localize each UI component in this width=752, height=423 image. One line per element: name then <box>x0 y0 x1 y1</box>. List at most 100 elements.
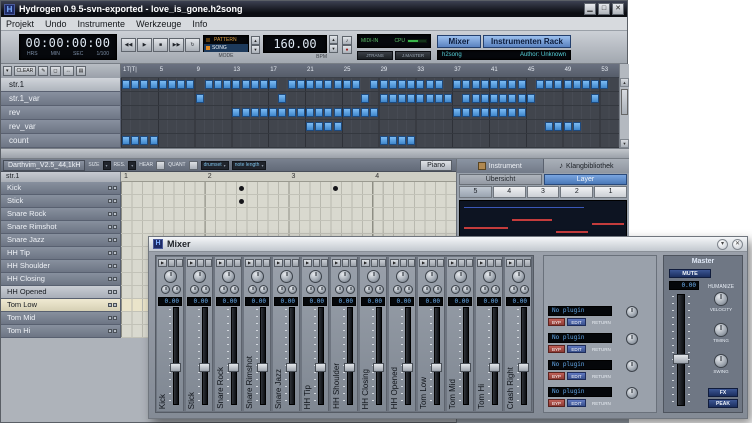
instrument-solo-led[interactable] <box>113 316 117 320</box>
pattern-block[interactable] <box>361 94 369 103</box>
pattern-block[interactable] <box>564 122 572 131</box>
pattern-block[interactable] <box>453 80 461 89</box>
pattern-block[interactable] <box>205 80 213 89</box>
pattern-block[interactable] <box>573 80 581 89</box>
drumkit-name[interactable]: Darthvim_V2.5_44,1kH <box>3 160 85 171</box>
instrument-solo-led[interactable] <box>113 303 117 307</box>
play-sample-button[interactable]: ▶ <box>390 259 399 267</box>
bpm-display[interactable]: 160.00 <box>263 35 327 53</box>
pattern-name-rev[interactable]: rev <box>1 106 121 120</box>
instrument-solo-led[interactable] <box>113 329 117 333</box>
fx1-send-knob[interactable] <box>393 285 402 294</box>
play-sample-button[interactable]: ▶ <box>303 259 312 267</box>
play-sample-button[interactable]: ▶ <box>216 259 225 267</box>
song-sequence-grid[interactable] <box>121 78 619 148</box>
volume-fader[interactable] <box>198 307 211 405</box>
instrument-row-snare-rock[interactable]: Snare Rock <box>1 208 121 221</box>
song-timeline[interactable]: 1T|T|591317212529333741454953 <box>121 64 619 78</box>
pan-knob[interactable] <box>193 270 206 283</box>
pattern-block[interactable] <box>499 94 507 103</box>
instrument-row-snare-rimshot[interactable]: Snare Rimshot <box>1 221 121 234</box>
pattern-block[interactable] <box>398 80 406 89</box>
show-peaks-button[interactable]: PEAK <box>708 399 738 408</box>
scroll-down-icon[interactable]: ▼ <box>620 139 629 148</box>
fx2-send-knob[interactable] <box>491 285 500 294</box>
pattern-block[interactable] <box>168 80 176 89</box>
mixer-titlebar[interactable]: H Mixer ▾ ✕ <box>149 237 747 252</box>
solo-button[interactable] <box>524 259 531 267</box>
fx2-send-knob[interactable] <box>201 285 210 294</box>
play-sample-button[interactable]: ▶ <box>419 259 428 267</box>
pan-knob[interactable] <box>512 270 525 283</box>
master-fader-handle[interactable] <box>673 354 689 364</box>
fader-handle[interactable] <box>286 363 297 372</box>
pattern-block[interactable] <box>324 108 332 117</box>
volume-fader[interactable] <box>314 307 327 405</box>
instrument-solo-led[interactable] <box>113 277 117 281</box>
pattern-block[interactable] <box>499 80 507 89</box>
pattern-block[interactable] <box>370 108 378 117</box>
pattern-block[interactable] <box>389 94 397 103</box>
pattern-block[interactable] <box>462 94 470 103</box>
pattern-block[interactable] <box>499 108 507 117</box>
fader-handle[interactable] <box>315 363 326 372</box>
pattern-block[interactable] <box>232 108 240 117</box>
mute-button[interactable] <box>458 259 465 267</box>
pattern-sequence-row[interactable] <box>121 106 619 120</box>
pattern-block[interactable] <box>343 80 351 89</box>
fx2-send-knob[interactable] <box>404 285 413 294</box>
pattern-block[interactable] <box>481 94 489 103</box>
pan-knob[interactable] <box>164 270 177 283</box>
instrument-mute-led[interactable] <box>108 264 112 268</box>
song-mode-option[interactable]: SONG <box>204 44 248 52</box>
pattern-block[interactable] <box>315 108 323 117</box>
pattern-name-count[interactable]: count <box>1 134 121 148</box>
pattern-block[interactable] <box>260 80 268 89</box>
solo-button[interactable] <box>263 259 270 267</box>
pattern-block[interactable] <box>472 108 480 117</box>
pan-knob[interactable] <box>396 270 409 283</box>
play-sample-button[interactable]: ▶ <box>448 259 457 267</box>
bpm-down-button[interactable]: ▼ <box>329 44 338 53</box>
solo-button[interactable] <box>437 259 444 267</box>
fx-name-display[interactable]: No plugin <box>548 306 612 316</box>
instrument-row-hh-tip[interactable]: HH Tip <box>1 247 121 260</box>
fx1-send-knob[interactable] <box>161 285 170 294</box>
pan-knob[interactable] <box>454 270 467 283</box>
pattern-block[interactable] <box>582 80 590 89</box>
instrument-mute-led[interactable] <box>108 303 112 307</box>
pattern-block[interactable] <box>426 80 434 89</box>
beat-ruler[interactable]: 1234 <box>121 172 456 182</box>
mute-button[interactable] <box>284 259 291 267</box>
pattern-block[interactable] <box>288 108 296 117</box>
fader-handle[interactable] <box>518 363 529 372</box>
master-timing-knob[interactable] <box>714 323 728 337</box>
pattern-name-str-1[interactable]: str.1 <box>1 78 121 92</box>
pattern-block[interactable] <box>269 108 277 117</box>
pan-knob[interactable] <box>425 270 438 283</box>
instrument-mute-led[interactable] <box>108 251 112 255</box>
instrument-row-tom-hi[interactable]: Tom Hi <box>1 325 121 338</box>
pattern-block[interactable] <box>573 122 581 131</box>
master-mute-button[interactable]: MUTE <box>669 269 711 278</box>
mute-button[interactable] <box>342 259 349 267</box>
instrument-rack-button[interactable]: Instrumenten Rack <box>483 35 571 48</box>
fx1-send-knob[interactable] <box>451 285 460 294</box>
pattern-block[interactable] <box>131 80 139 89</box>
pattern-block[interactable] <box>334 108 342 117</box>
pattern-block[interactable] <box>306 80 314 89</box>
play-sample-button[interactable]: ▶ <box>477 259 486 267</box>
instrument-mute-led[interactable] <box>108 290 112 294</box>
note-grid-row[interactable] <box>121 221 456 234</box>
layer-button-5[interactable]: 5 <box>459 186 492 198</box>
instrument-mute-led[interactable] <box>108 329 112 333</box>
pattern-block[interactable] <box>306 108 314 117</box>
quantize-toggle[interactable] <box>189 161 198 170</box>
maximize-button[interactable]: □ <box>598 3 610 15</box>
fx2-send-knob[interactable] <box>520 285 529 294</box>
menu-item-info[interactable]: Info <box>192 19 207 29</box>
instrument-solo-led[interactable] <box>113 264 117 268</box>
master-fader[interactable] <box>672 294 690 406</box>
menu-item-undo[interactable]: Undo <box>45 19 67 29</box>
pattern-block[interactable] <box>536 80 544 89</box>
